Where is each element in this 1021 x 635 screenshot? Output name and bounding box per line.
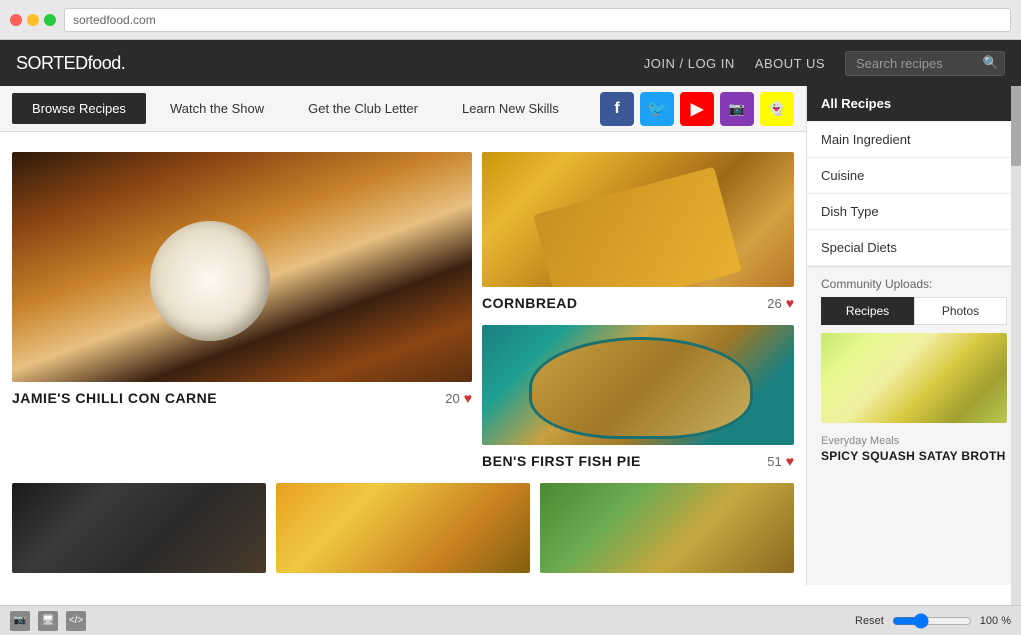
maximize-button[interactable] — [44, 14, 56, 26]
community-label: Community Uploads: — [821, 277, 932, 291]
scrollbar[interactable] — [1011, 86, 1021, 605]
get-club-letter-button[interactable]: Get the Club Letter — [288, 93, 438, 124]
bottom-toolbar: 📷 🖥 </> Reset 100 % — [0, 605, 1021, 635]
scrollbar-thumb[interactable] — [1011, 86, 1021, 166]
recipes-right-column: CORNBREAD 26 ♥ BEN'S FIRST FISH PIE — [482, 152, 794, 473]
snapchat-icon[interactable]: 👻 — [760, 92, 794, 126]
window-controls — [10, 14, 56, 26]
bottom-recipe-1[interactable] — [12, 483, 266, 573]
sidebar-item-cuisine[interactable]: Cuisine — [807, 158, 1021, 194]
recipes-grid: Browse Recipes Watch the Show Get the Cl… — [0, 86, 806, 585]
fishpie-title: BEN'S FIRST FISH PIE — [482, 453, 641, 469]
featured-recipe-info: JAMIE'S CHILLI CON CARNE 20 ♥ — [12, 382, 472, 410]
monitor-icon[interactable]: 🖥 — [38, 611, 58, 631]
community-tab-photos[interactable]: Photos — [914, 297, 1007, 325]
fishpie-likes: 51 ♥ — [767, 453, 794, 469]
reset-button[interactable]: Reset — [855, 615, 884, 627]
youtube-icon[interactable]: ▶ — [680, 92, 714, 126]
search-box: 🔍 — [845, 51, 1005, 76]
sidebar-item-main-ingredient[interactable]: Main Ingredient — [807, 122, 1021, 158]
close-button[interactable] — [10, 14, 22, 26]
learn-skills-button[interactable]: Learn New Skills — [442, 93, 579, 124]
community-featured-image[interactable] — [821, 333, 1007, 423]
heart-icon-3: ♥ — [786, 453, 794, 469]
featured-recipe-likes: 20 ♥ — [445, 390, 472, 406]
featured-likes-count: 20 — [445, 391, 459, 406]
site-header: SORTEDfood. JOIN / LOG IN ABOUT US 🔍 — [0, 40, 1021, 86]
watch-show-button[interactable]: Watch the Show — [150, 93, 284, 124]
featured-recipe[interactable]: JAMIE'S CHILLI CON CARNE 20 ♥ — [12, 152, 472, 473]
sidebar: All Recipes Main Ingredient Cuisine Dish… — [806, 86, 1021, 585]
address-bar[interactable]: sortedfood.com — [64, 8, 1011, 32]
bottom-image-2 — [276, 483, 530, 573]
fishpie-recipe[interactable]: BEN'S FIRST FISH PIE 51 ♥ — [482, 325, 794, 473]
join-login-link[interactable]: JOIN / LOG IN — [644, 56, 735, 71]
bottom-recipe-3[interactable] — [540, 483, 794, 573]
fishpie-info: BEN'S FIRST FISH PIE 51 ♥ — [482, 445, 794, 473]
community-recipe-info: Everyday Meals SPICY SQUASH SATAY BROTH — [807, 431, 1021, 471]
instagram-icon[interactable]: 📷 — [720, 92, 754, 126]
featured-recipe-title: JAMIE'S CHILLI CON CARNE — [12, 390, 217, 406]
community-image-bg — [821, 333, 1007, 423]
bottom-recipes-row — [12, 483, 794, 573]
cornbread-image — [482, 152, 794, 287]
community-title: SPICY SQUASH SATAY BROTH — [821, 449, 1007, 463]
zoom-slider[interactable] — [892, 613, 972, 629]
nav-bar: Browse Recipes Watch the Show Get the Cl… — [0, 86, 806, 132]
bottom-image-3 — [540, 483, 794, 573]
fishpie-image — [482, 325, 794, 445]
about-us-link[interactable]: ABOUT US — [755, 56, 825, 71]
bottom-image-1 — [12, 483, 266, 573]
site-logo[interactable]: SORTEDfood. — [16, 53, 125, 74]
zoom-level: 100 % — [980, 615, 1011, 627]
community-category: Everyday Meals — [821, 435, 1007, 447]
main-content: Browse Recipes Watch the Show Get the Cl… — [0, 86, 1021, 585]
bottom-recipe-2[interactable] — [276, 483, 530, 573]
community-uploads-section: Community Uploads: — [807, 266, 1021, 297]
header-navigation: JOIN / LOG IN ABOUT US — [644, 56, 825, 71]
community-tab-recipes[interactable]: Recipes — [821, 297, 914, 325]
cornbread-recipe[interactable]: CORNBREAD 26 ♥ — [482, 152, 794, 315]
search-icon[interactable]: 🔍 — [983, 55, 999, 71]
featured-recipe-image — [12, 152, 472, 382]
browser-chrome: sortedfood.com — [0, 0, 1021, 40]
minimize-button[interactable] — [27, 14, 39, 26]
fishpie-likes-count: 51 — [767, 454, 781, 469]
sidebar-item-special-diets[interactable]: Special Diets — [807, 230, 1021, 266]
heart-icon: ♥ — [464, 390, 472, 406]
sidebar-menu: All Recipes Main Ingredient Cuisine Dish… — [807, 86, 1021, 266]
camera-icon[interactable]: 📷 — [10, 611, 30, 631]
twitter-icon[interactable]: 🐦 — [640, 92, 674, 126]
sidebar-item-dish-type[interactable]: Dish Type — [807, 194, 1021, 230]
browse-recipes-button[interactable]: Browse Recipes — [12, 93, 146, 124]
heart-icon-2: ♥ — [786, 295, 794, 311]
cornbread-title: CORNBREAD — [482, 295, 578, 311]
cornbread-info: CORNBREAD 26 ♥ — [482, 287, 794, 315]
logo-text: SORTEDfood. — [16, 53, 125, 73]
facebook-icon[interactable]: f — [600, 92, 634, 126]
search-input[interactable] — [845, 51, 1005, 76]
cornbread-likes-count: 26 — [767, 296, 781, 311]
code-icon[interactable]: </> — [66, 611, 86, 631]
social-icons: f 🐦 ▶ 📷 👻 — [600, 92, 794, 126]
cornbread-likes: 26 ♥ — [767, 295, 794, 311]
community-tabs: Recipes Photos — [821, 297, 1007, 325]
page-wrapper: SORTEDfood. JOIN / LOG IN ABOUT US 🔍 Bro… — [0, 40, 1021, 635]
sidebar-item-all-recipes[interactable]: All Recipes — [807, 86, 1021, 122]
